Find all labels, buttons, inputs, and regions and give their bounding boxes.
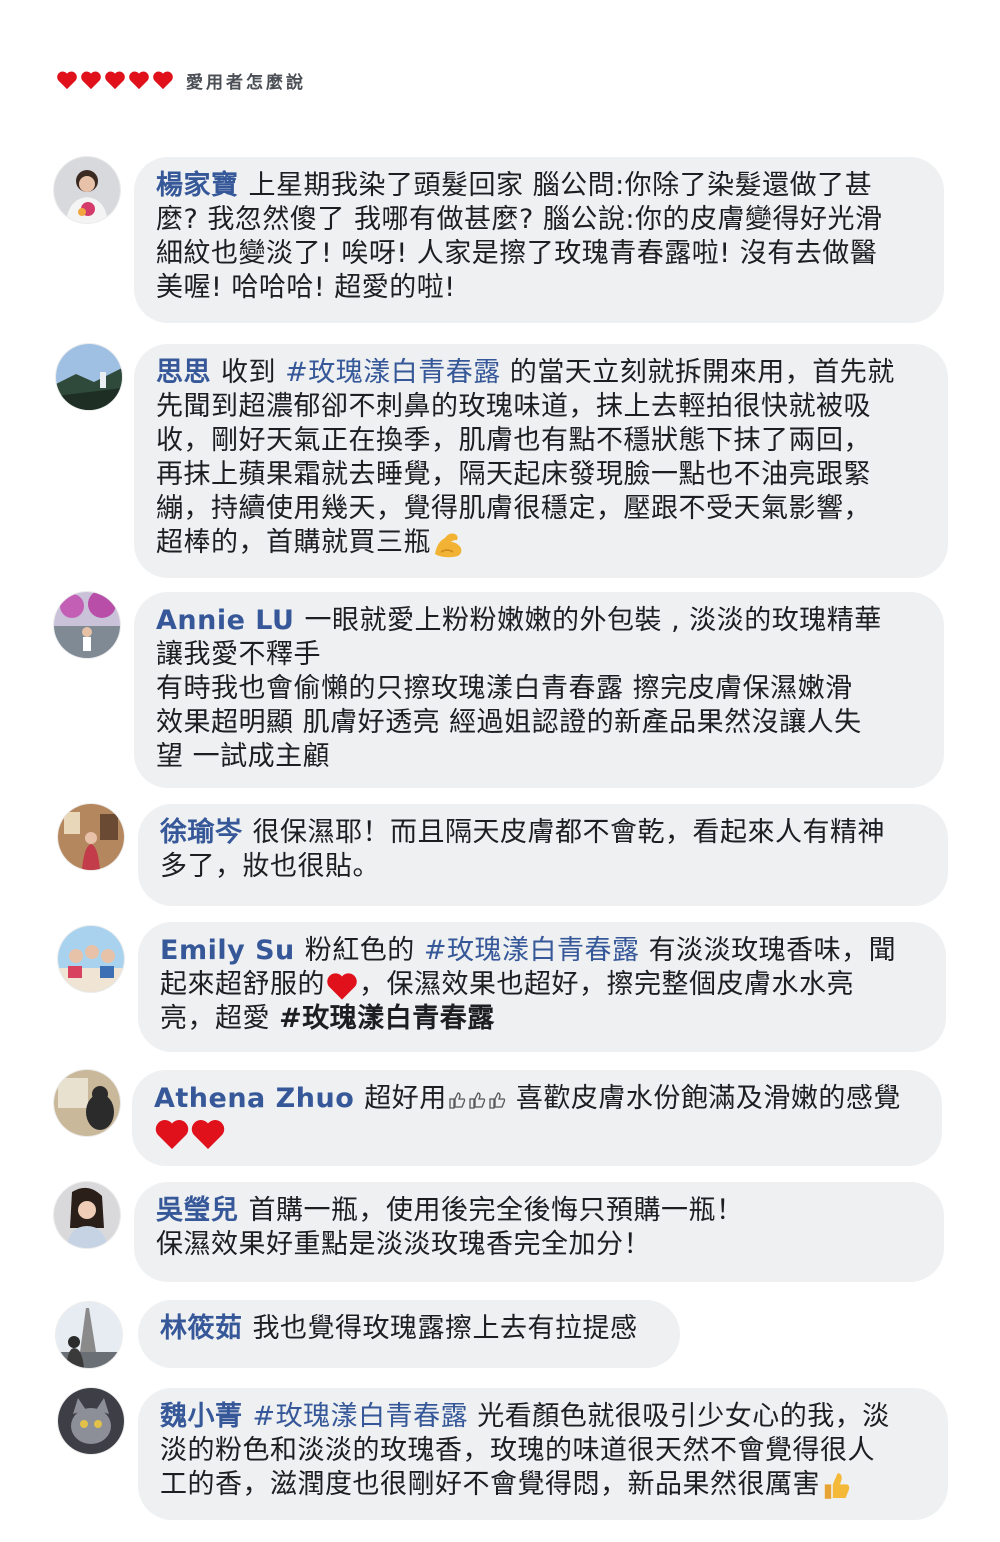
commenter-name[interactable]: Emily Su xyxy=(160,935,295,966)
comment-text: 麼? 我忽然傻了 我哪有做甚麼? 腦公說:你的皮膚變得好光滑 xyxy=(156,204,883,235)
thumbs-up-icon xyxy=(824,1472,850,1499)
thumbs-up-icon xyxy=(449,1091,465,1109)
comment-text: 細紋也變淡了! 唉呀! 人家是擦了玫瑰青春露啦! 沒有去做醫 xyxy=(156,238,878,269)
comment-bubble: 楊家寶 上星期我染了頭髮回家 腦公問:你除了染髮還做了甚 麼? 我忽然傻了 我哪有… xyxy=(134,157,944,323)
comment-text: 望 一試成主顧 xyxy=(156,741,331,772)
comment-text: 一眼就愛上粉粉嫩嫩的外包裝 , 淡淡的玫瑰精華 xyxy=(304,605,882,636)
comment-text: 再抹上蘋果霜就去睡覺，隔天起床發現臉一點也不油亮跟緊 xyxy=(156,459,871,490)
comment-text: 上星期我染了頭髮回家 腦公問:你除了染髮還做了甚 xyxy=(248,170,873,201)
commenter-name[interactable]: Athena Zhuo xyxy=(154,1083,354,1114)
comment-text: 超棒的，首購就買三瓶 xyxy=(156,527,431,558)
commenter-name[interactable]: 楊家寶 xyxy=(156,170,239,201)
rating-hearts xyxy=(56,70,174,90)
comment-bubble: 徐瑜岑 很保濕耶！而且隔天皮膚都不會乾，看起來人有精神 多了，妝也很貼。 xyxy=(138,804,948,906)
page-title: 愛用者怎麼說 xyxy=(186,72,306,93)
comment-bubble: 吳瑩兒 首購一瓶，使用後完全後悔只預購一瓶！ 保濕效果好重點是淡淡玫瑰香完全加分！ xyxy=(134,1182,944,1282)
heart-icon xyxy=(57,71,77,90)
heart-icon xyxy=(105,71,125,90)
avatar[interactable] xyxy=(54,157,120,223)
commenter-name[interactable]: 林筱茹 xyxy=(160,1313,243,1344)
thumbs-up-icon xyxy=(469,1091,485,1109)
avatar[interactable] xyxy=(58,926,124,992)
comment-bubble: Emily Su 粉紅色的 #玫瑰漾白青春露 有淡淡玫瑰香味，聞 起來超舒服的 ，保… xyxy=(138,922,946,1052)
avatar[interactable] xyxy=(58,804,124,870)
comment-bubble: 思思 收到 #玫瑰漾白青春露 的當天立刻就拆開來用，首先就 先聞到超濃郁卻不刺鼻的… xyxy=(134,344,948,578)
thumbs-up-icon xyxy=(489,1091,505,1109)
comment-text: 光看顏色就很吸引少女心的我，淡 xyxy=(468,1401,890,1432)
red-heart-icon xyxy=(191,1119,225,1149)
commenter-name[interactable]: 思思 xyxy=(156,357,211,388)
hashtag-link[interactable]: #玫瑰漾白青春露 xyxy=(285,357,501,388)
hashtag-link[interactable]: #玫瑰漾白青春露 xyxy=(253,1401,469,1432)
avatar[interactable] xyxy=(56,1302,122,1368)
hashtag-link[interactable]: #玫瑰漾白青春露 xyxy=(279,1003,495,1034)
commenter-name[interactable]: Annie LU xyxy=(156,605,294,636)
commenter-name[interactable]: 魏小菁 xyxy=(160,1401,243,1432)
avatar[interactable] xyxy=(56,344,122,410)
comment-text: 先聞到超濃郁卻不刺鼻的玫瑰味道，抹上去輕拍很快就被吸 xyxy=(156,391,871,422)
comment-text: 保濕效果好重點是淡淡玫瑰香完全加分！ xyxy=(156,1229,651,1260)
comment-text: 有時我也會偷懶的只擦玫瑰漾白青春露 擦完皮膚保濕嫩滑 xyxy=(156,673,853,704)
comment-text: 很保濕耶！而且隔天皮膚都不會乾，看起來人有精神 xyxy=(252,817,885,848)
comment-text: 超好用 xyxy=(364,1083,447,1114)
comment-text: 工的香，滋潤度也很剛好不會覺得悶，新品果然很厲害 xyxy=(160,1469,820,1500)
comment-text: 粉紅色的 xyxy=(304,935,424,966)
comment-text: 首購一瓶，使用後完全後悔只預購一瓶！ xyxy=(248,1195,744,1226)
comment-text: ，保濕效果也超好，擦完整個皮膚水水亮 xyxy=(359,969,854,1000)
avatar[interactable] xyxy=(58,1388,124,1454)
commenter-name[interactable]: 徐瑜岑 xyxy=(160,817,243,848)
heart-icon xyxy=(153,71,173,90)
comment-text: 淡的粉色和淡淡的玫瑰香，玫瑰的味道很天然不會覺得很人 xyxy=(160,1435,875,1466)
comment-bubble: Annie LU 一眼就愛上粉粉嫩嫩的外包裝 , 淡淡的玫瑰精華 讓我愛不釋手 有… xyxy=(134,592,944,788)
avatar[interactable] xyxy=(54,592,120,658)
commenter-name[interactable]: 吳瑩兒 xyxy=(156,1195,239,1226)
red-heart-icon xyxy=(327,972,357,1000)
avatar[interactable] xyxy=(54,1182,120,1248)
flexed-biceps-icon xyxy=(435,533,462,557)
section-header: 愛用者怎麼說 xyxy=(56,66,306,94)
comment-text: 多了，妝也很貼。 xyxy=(160,851,380,882)
comment-text: 我也覺得玫瑰露擦上去有拉提感 xyxy=(252,1313,638,1344)
comment-text: 美喔! 哈哈哈! 超愛的啦! xyxy=(156,272,456,303)
comment-text: 起來超舒服的 xyxy=(160,969,325,1000)
red-heart-icon xyxy=(155,1119,189,1149)
comment-text: 亮，超愛 xyxy=(160,1003,280,1034)
comment-bubble: 魏小菁 #玫瑰漾白青春露 光看顏色就很吸引少女心的我，淡 淡的粉色和淡淡的玫瑰香，… xyxy=(138,1388,948,1520)
comment-text: 繃，持續使用幾天，覺得肌膚很穩定，壓跟不受天氣影響， xyxy=(156,493,871,524)
comment-bubble: Athena Zhuo 超好用 喜歡皮膚水份飽滿及滑嫩的感覺 xyxy=(132,1070,942,1166)
comment-text: 讓我愛不釋手 xyxy=(156,639,321,670)
hashtag-link[interactable]: #玫瑰漾白青春露 xyxy=(424,935,640,966)
comment-text: 喜歡皮膚水份飽滿及滑嫩的感覺 xyxy=(506,1083,901,1114)
comment-text: 的當天立刻就拆開來用，首先就 xyxy=(500,357,895,388)
comment-text: 有淡淡玫瑰香味，聞 xyxy=(639,935,897,966)
avatar[interactable] xyxy=(54,1070,120,1136)
comment-text: 效果超明顯 肌膚好透亮 經過姐認證的新產品果然沒讓人失 xyxy=(156,707,862,738)
comment-text: 收，剛好天氣正在換季，肌膚也有點不穩狀態下抹了兩回， xyxy=(156,425,871,456)
comment-bubble: 林筱茹 我也覺得玫瑰露擦上去有拉提感 xyxy=(138,1300,680,1368)
heart-icon xyxy=(81,71,101,90)
heart-icon xyxy=(129,71,149,90)
comment-text: 收到 xyxy=(221,357,286,388)
